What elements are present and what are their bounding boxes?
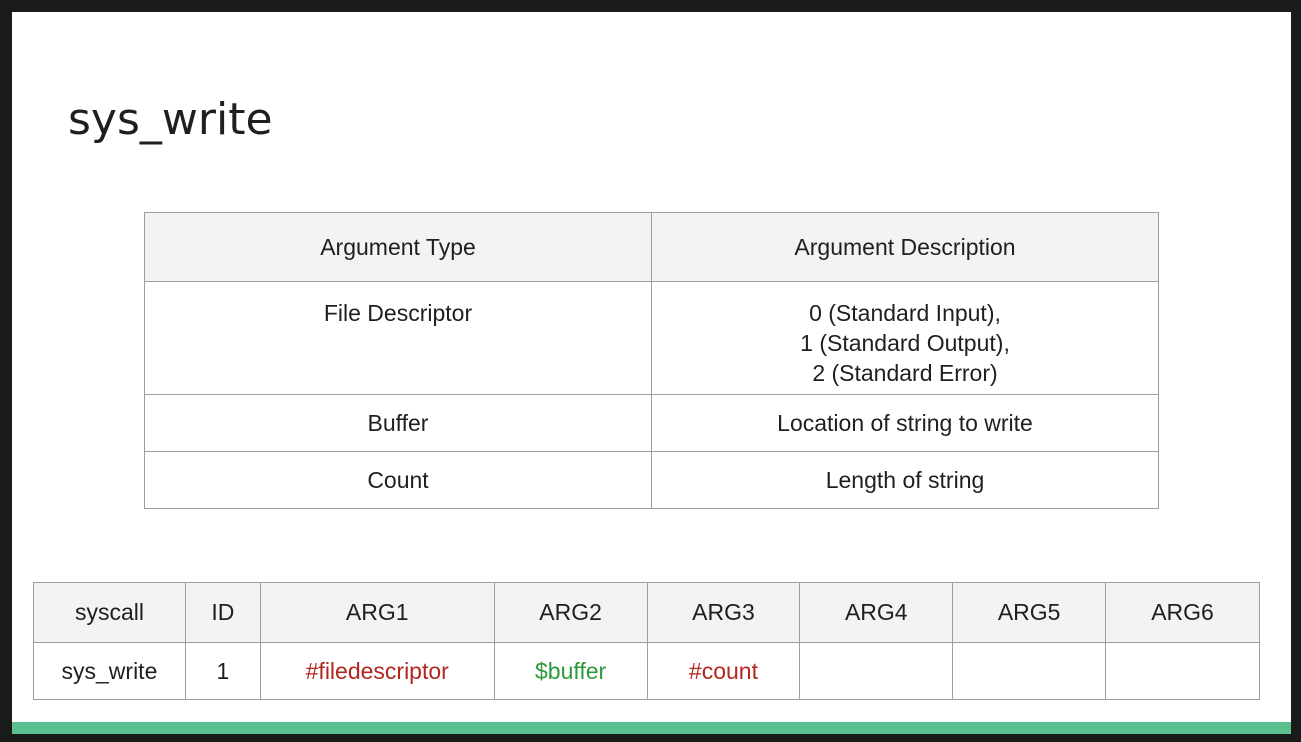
header-arg6: ARG6 <box>1105 582 1260 643</box>
header-arg3: ARG3 <box>646 582 801 643</box>
arg6-cell <box>1105 642 1260 700</box>
description-line: 0 (Standard Input), <box>809 300 1001 326</box>
header-id: ID <box>184 582 261 643</box>
footer-accent-bar <box>12 722 1291 734</box>
description-line: 2 (Standard Error) <box>812 360 998 386</box>
argument-description-cell: Location of string to write <box>651 394 1159 452</box>
header-arg5: ARG5 <box>952 582 1107 643</box>
header-arg2: ARG2 <box>493 582 648 643</box>
argument-table-header-row: Argument Type Argument Description <box>144 212 1159 282</box>
syscall-cell: sys_write <box>33 642 186 700</box>
header-argument-description: Argument Description <box>651 212 1159 282</box>
description-line: 1 (Standard Output), <box>800 330 1010 356</box>
table-row: File Descriptor 0 (Standard Input), 1 (S… <box>144 281 1159 395</box>
arg1-cell: #filedescriptor <box>259 642 495 700</box>
argument-table: Argument Type Argument Description File … <box>144 212 1159 509</box>
header-syscall: syscall <box>33 582 186 643</box>
table-row: sys_write 1 #filedescriptor $buffer #cou… <box>33 642 1260 700</box>
argument-type-cell: Buffer <box>144 394 652 452</box>
argument-type-cell: File Descriptor <box>144 281 652 395</box>
register-table-header-row: syscall ID ARG1 ARG2 ARG3 ARG4 ARG5 ARG6 <box>33 582 1260 643</box>
arg2-cell: $buffer <box>493 642 648 700</box>
slide-title: sys_write <box>68 94 273 145</box>
id-cell: 1 <box>184 642 261 700</box>
argument-description-cell: 0 (Standard Input), 1 (Standard Output),… <box>651 281 1159 395</box>
table-row: Count Length of string <box>144 451 1159 509</box>
arg3-cell: #count <box>646 642 801 700</box>
arg4-cell <box>799 642 954 700</box>
argument-description-cell: Length of string <box>651 451 1159 509</box>
argument-type-cell: Count <box>144 451 652 509</box>
syscall-register-table: syscall ID ARG1 ARG2 ARG3 ARG4 ARG5 ARG6… <box>33 582 1260 700</box>
header-argument-type: Argument Type <box>144 212 652 282</box>
header-arg4: ARG4 <box>799 582 954 643</box>
arg5-cell <box>952 642 1107 700</box>
slide: sys_write Argument Type Argument Descrip… <box>12 12 1291 734</box>
table-row: Buffer Location of string to write <box>144 394 1159 452</box>
header-arg1: ARG1 <box>259 582 495 643</box>
